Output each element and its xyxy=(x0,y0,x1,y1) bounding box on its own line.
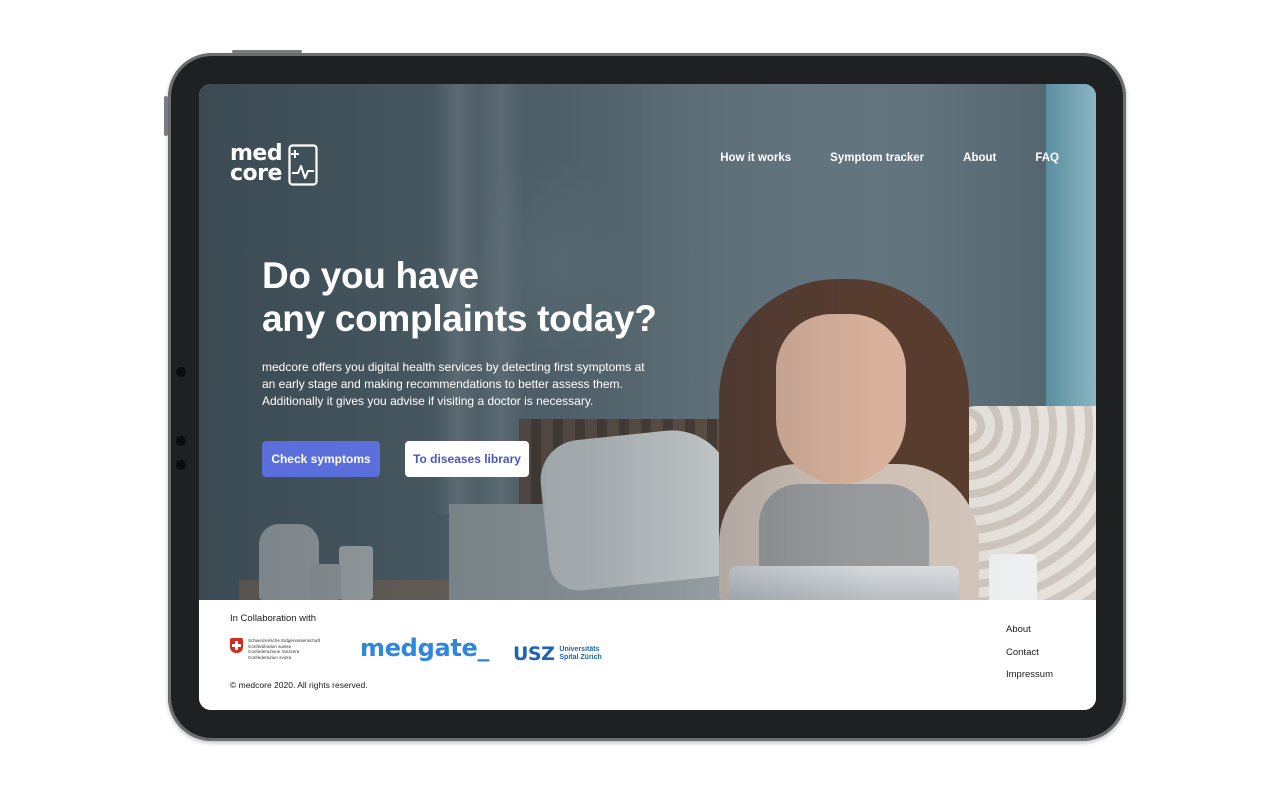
copyright-text: © medcore 2020. All rights reserved. xyxy=(230,680,368,690)
footer-links: About Contact Impressum xyxy=(1006,624,1053,692)
nav-symptom-tracker[interactable]: Symptom tracker xyxy=(830,152,924,164)
tablet-sensor-dot xyxy=(176,367,186,377)
hero-description: medcore offers you digital health servic… xyxy=(262,360,645,408)
logo-wordmark: med core xyxy=(230,143,283,186)
footer: In Collaboration with Schweizerische Eid… xyxy=(199,600,1096,710)
hero-title: Do you have any complaints today? xyxy=(262,254,742,340)
medgate-logo: medgate_ xyxy=(360,634,490,662)
medical-chart-icon xyxy=(288,144,318,186)
nav-faq[interactable]: FAQ xyxy=(1035,152,1059,164)
hero-title-line-2: any complaints today? xyxy=(262,298,657,339)
usz-mark: USZ xyxy=(513,643,555,665)
footer-link-about[interactable]: About xyxy=(1006,624,1053,635)
tablet-sensor-dot xyxy=(176,436,186,446)
nav-how-it-works[interactable]: How it works xyxy=(720,152,791,164)
swiss-line: Confederaziun svizra xyxy=(248,654,292,660)
hero-section: med core How it works Symptom tracker Ab… xyxy=(199,84,1096,600)
tablet-side-button xyxy=(164,96,168,136)
swiss-confederation-text: Schweizerische Eidgenossenschaft Confédé… xyxy=(248,638,320,660)
diseases-library-button[interactable]: To diseases library xyxy=(405,441,529,477)
medcore-logo[interactable]: med core xyxy=(230,143,322,188)
logo-line-2: core xyxy=(230,161,282,186)
swiss-line: Schweizerische Eidgenossenschaft xyxy=(248,638,321,643)
footer-link-impressum[interactable]: Impressum xyxy=(1006,669,1053,680)
usz-logo: USZ Universitäts Spital Zürich xyxy=(513,643,602,665)
tablet-top-button xyxy=(232,50,302,53)
footer-link-contact[interactable]: Contact xyxy=(1006,647,1053,658)
tablet-sensor-dot xyxy=(176,460,186,470)
nav-about[interactable]: About xyxy=(963,152,996,164)
usz-line-1: Universitäts xyxy=(559,646,600,653)
usz-subtitle: Universitäts Spital Zürich xyxy=(559,646,601,662)
swiss-coat-of-arms-icon xyxy=(230,638,243,653)
check-symptoms-button[interactable]: Check symptoms xyxy=(262,441,380,477)
swiss-confederation-logo: Schweizerische Eidgenossenschaft Confédé… xyxy=(230,638,320,660)
collaboration-label: In Collaboration with xyxy=(230,613,317,624)
usz-line-2: Spital Zürich xyxy=(559,654,602,661)
hero-title-line-1: Do you have xyxy=(262,255,479,296)
tablet-screen: med core How it works Symptom tracker Ab… xyxy=(199,84,1096,710)
main-nav: How it works Symptom tracker About FAQ xyxy=(681,152,1059,164)
